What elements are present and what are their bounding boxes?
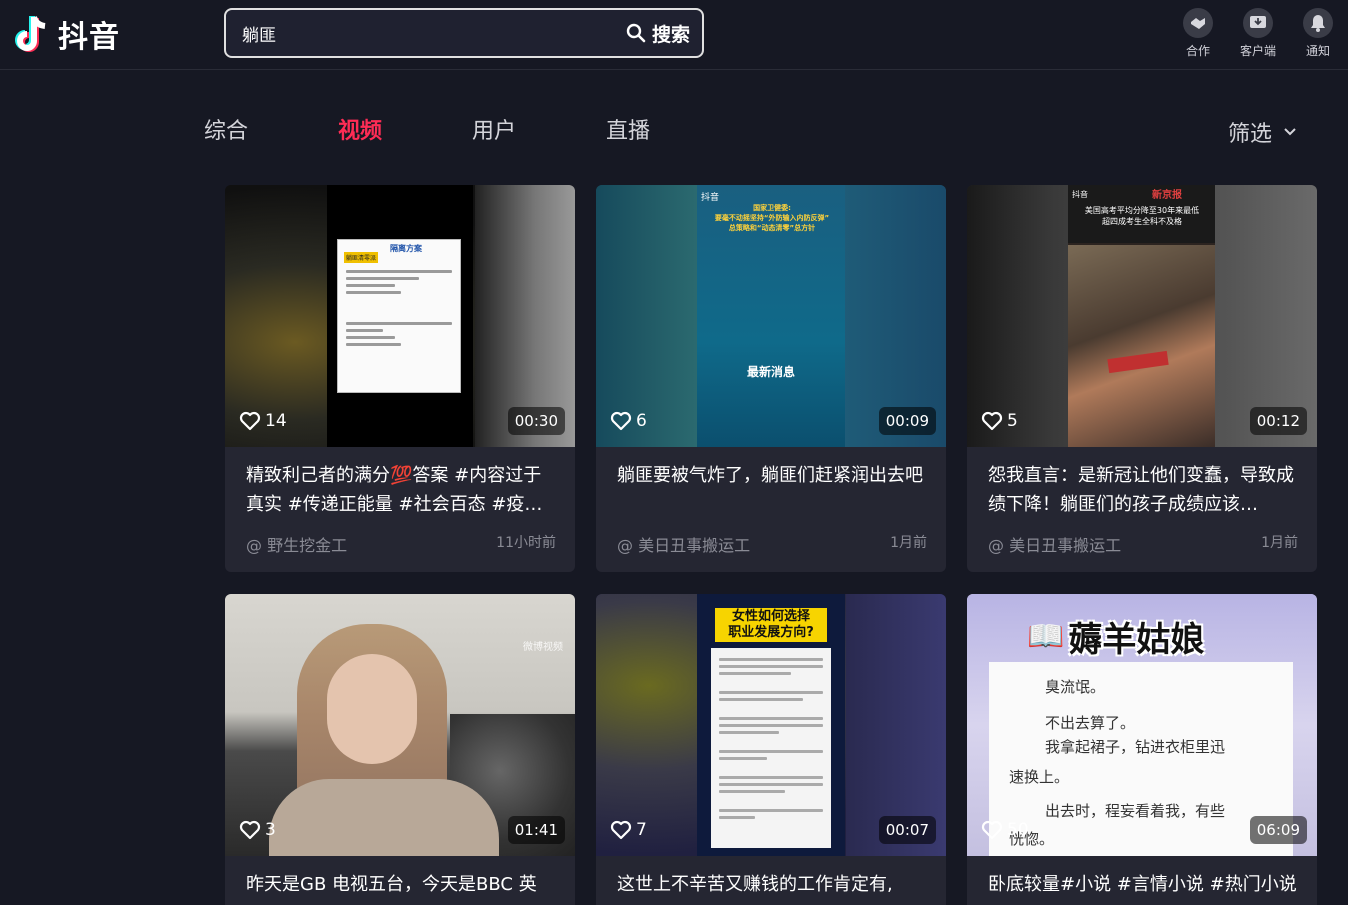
tab-user[interactable]: 用户 bbox=[472, 113, 516, 145]
video-time: 1月前 bbox=[890, 535, 927, 551]
thumbnail-page: 臭流氓。 不出去算了。 我拿起裙子，钻进衣柜里迅 速换上。 出去时，程妄看着我，… bbox=[989, 662, 1293, 856]
video-card[interactable]: 微博视频 3 01:41 昨天是GB 电视五台，今天是BBC 英 bbox=[225, 594, 575, 905]
douyin-logo[interactable]: 抖音 bbox=[14, 12, 120, 56]
like-count: 6 bbox=[610, 411, 647, 431]
like-count: 7 bbox=[610, 820, 647, 840]
thumbnail-paper-name: 新京报 bbox=[1152, 190, 1182, 201]
like-count: 14 bbox=[239, 411, 287, 431]
heart-icon bbox=[981, 411, 1003, 431]
like-count-value: 5 bbox=[1007, 411, 1018, 431]
thumbnail-headline: 国家卫健委: 要毫不动摇坚持“外防输入内防反弹” 总策略和“动态清零”总方针 bbox=[714, 204, 830, 232]
like-count: 5 bbox=[981, 411, 1018, 431]
video-duration: 00:07 bbox=[878, 816, 936, 844]
tab-live[interactable]: 直播 bbox=[606, 113, 650, 145]
search-icon bbox=[626, 23, 646, 43]
video-title[interactable]: 怨我直言：是新冠让他们变蠢，导致成绩下降！躺匪们的孩子成绩应该… bbox=[988, 461, 1300, 519]
video-duration: 01:41 bbox=[507, 816, 565, 844]
video-author[interactable]: @ 美日丑事搬运工 bbox=[988, 532, 1121, 556]
thumbnail-heading: 薅羊姑娘 bbox=[1068, 620, 1205, 660]
thumbnail-line-3: 我拿起裙子，钻进衣柜里迅 bbox=[1045, 738, 1226, 756]
search-button-label: 搜索 bbox=[651, 23, 690, 46]
video-meta: @ 野生挖金工 11小时前 bbox=[246, 532, 556, 556]
video-card[interactable]: 女性如何选择 职业发展方向? 7 00:07 这世上不辛苦又赚钱的工作肯定有, bbox=[596, 594, 946, 905]
book-icon: 📖 bbox=[1027, 619, 1065, 654]
thumbnail-line-5: 出去时，程妄看着我，有些 bbox=[1045, 802, 1226, 820]
search-result-tabs: 综合 视频 用户 直播 bbox=[204, 113, 740, 145]
thumbnail-line-1: 臭流氓。 bbox=[1045, 678, 1106, 696]
video-duration: 06:09 bbox=[1249, 816, 1307, 844]
like-count-value: 14 bbox=[265, 411, 287, 431]
notification-button[interactable]: 通知 bbox=[1288, 8, 1348, 59]
thumbnail-phone-frame: 隔离方案 躺匪清零派 bbox=[327, 185, 473, 447]
thumbnail-headline: 美国高考平均分降至30年来最低 超四成考生全科不及格 bbox=[1084, 206, 1200, 226]
video-author[interactable]: @ 美日丑事搬运工 bbox=[617, 532, 750, 556]
like-count-value: 50 bbox=[1007, 820, 1029, 840]
video-duration: 00:30 bbox=[507, 407, 565, 435]
video-title[interactable]: 昨天是GB 电视五台，今天是BBC 英 bbox=[246, 870, 558, 899]
like-count: 50 bbox=[981, 820, 1029, 840]
like-count-value: 7 bbox=[636, 820, 647, 840]
heart-icon bbox=[239, 411, 261, 431]
video-time: 11小时前 bbox=[496, 535, 556, 551]
thumbnail-photo bbox=[1068, 245, 1215, 447]
notification-label: 通知 bbox=[1305, 44, 1330, 58]
search-input[interactable] bbox=[226, 23, 626, 43]
thumbnail-line-2: 不出去算了。 bbox=[1045, 714, 1136, 732]
thumbnail-brand: 抖音 bbox=[1072, 190, 1088, 199]
tab-comprehensive[interactable]: 综合 bbox=[204, 113, 248, 145]
like-count-value: 6 bbox=[636, 411, 647, 431]
video-duration: 00:09 bbox=[878, 407, 936, 435]
handshake-icon bbox=[1183, 8, 1213, 38]
cooperate-label: 合作 bbox=[1185, 44, 1210, 58]
video-card[interactable]: 抖音 新京报 美国高考平均分降至30年来最低 超四成考生全科不及格 5 00:1… bbox=[967, 185, 1317, 572]
heart-icon bbox=[610, 411, 632, 431]
client-label: 客户端 bbox=[1239, 44, 1276, 58]
search-bar: 搜索 bbox=[224, 8, 704, 58]
heart-icon bbox=[239, 820, 261, 840]
thumbnail-phone-frame: 抖音 新京报 美国高考平均分降至30年来最低 超四成考生全科不及格 bbox=[1068, 185, 1215, 447]
video-card[interactable]: 隔离方案 躺匪清零派 14 00:30 精致利己者的满分💯答案 #内容过于真实 … bbox=[225, 185, 575, 572]
thumbnail-bottom-text: 最新消息 bbox=[746, 365, 795, 379]
chevron-down-icon bbox=[1284, 128, 1296, 136]
thumbnail-document bbox=[711, 648, 831, 848]
cooperate-button[interactable]: 合作 bbox=[1168, 8, 1228, 59]
tab-video[interactable]: 视频 bbox=[338, 113, 382, 145]
video-meta: @ 美日丑事搬运工 1月前 bbox=[988, 532, 1298, 556]
like-count: 3 bbox=[239, 820, 276, 840]
video-meta: @ 美日丑事搬运工 1月前 bbox=[617, 532, 927, 556]
heart-icon bbox=[610, 820, 632, 840]
thumbnail-phone-frame: 抖音 国家卫健委: 要毫不动摇坚持“外防输入内防反弹” 总策略和“动态清零”总方… bbox=[697, 185, 845, 447]
download-icon bbox=[1243, 8, 1273, 38]
heart-icon bbox=[981, 820, 1003, 840]
thumbnail-headline: 女性如何选择 职业发展方向? bbox=[715, 608, 827, 642]
video-card[interactable]: 抖音 国家卫健委: 要毫不动摇坚持“外防输入内防反弹” 总策略和“动态清零”总方… bbox=[596, 185, 946, 572]
video-duration: 00:12 bbox=[1249, 407, 1307, 435]
filter-dropdown[interactable]: 筛选 bbox=[1228, 116, 1296, 148]
video-card[interactable]: 📖 薅羊姑娘 臭流氓。 不出去算了。 我拿起裙子，钻进衣柜里迅 速换上。 出去时… bbox=[967, 594, 1317, 905]
video-title[interactable]: 卧底较量#小说 #言情小说 #热门小说 bbox=[988, 870, 1300, 899]
video-title[interactable]: 这世上不辛苦又赚钱的工作肯定有, bbox=[617, 870, 929, 899]
video-time: 1月前 bbox=[1261, 535, 1298, 551]
thumbnail-tag: 躺匪清零派 bbox=[344, 252, 379, 263]
filter-label: 筛选 bbox=[1227, 122, 1272, 147]
thumbnail-brand: 抖音 bbox=[701, 193, 720, 203]
bell-icon bbox=[1303, 8, 1333, 38]
video-title[interactable]: 精致利己者的满分💯答案 #内容过于真实 #传递正能量 #社会百态 #疫… bbox=[246, 461, 558, 519]
thumbnail-line-4: 速换上。 bbox=[1009, 768, 1070, 786]
video-author[interactable]: @ 野生挖金工 bbox=[246, 532, 347, 556]
logo-text: 抖音 bbox=[58, 20, 120, 55]
thumbnail-document: 隔离方案 躺匪清零派 bbox=[337, 239, 461, 393]
thumbnail-heading: 隔离方案 bbox=[390, 244, 422, 253]
video-title[interactable]: 躺匪要被气炸了，躺匪们赶紧润出去吧 bbox=[617, 461, 929, 490]
search-button[interactable]: 搜索 bbox=[626, 20, 702, 47]
thumbnail-title-row: 📖 薅羊姑娘 bbox=[1027, 612, 1204, 661]
header-actions: 合作 客户端 通知 bbox=[1168, 8, 1348, 59]
thumbnail-phone-frame: 女性如何选择 职业发展方向? bbox=[697, 594, 845, 856]
thumbnail-watermark: 微博视频 bbox=[523, 642, 563, 653]
client-button[interactable]: 客户端 bbox=[1228, 8, 1288, 59]
douyin-logo-icon bbox=[14, 13, 52, 55]
top-header: 抖音 搜索 合作 客户端 通知 bbox=[0, 0, 1348, 70]
like-count-value: 3 bbox=[265, 820, 276, 840]
